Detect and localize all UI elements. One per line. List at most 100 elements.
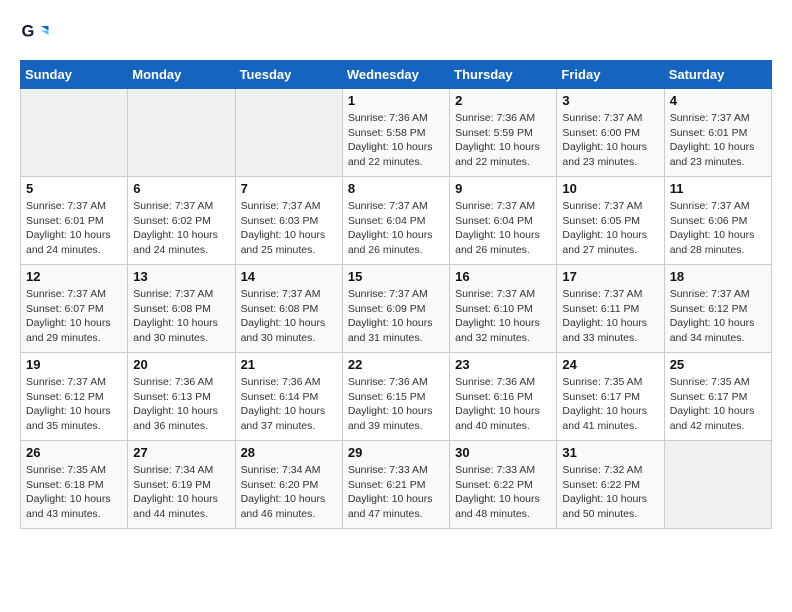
logo-icon: G bbox=[20, 20, 50, 50]
calendar-cell: 15 Sunrise: 7:37 AM Sunset: 6:09 PM Dayli… bbox=[342, 265, 449, 353]
day-number: 2 bbox=[455, 93, 551, 108]
calendar-cell: 20 Sunrise: 7:36 AM Sunset: 6:13 PM Dayli… bbox=[128, 353, 235, 441]
calendar-cell: 17 Sunrise: 7:37 AM Sunset: 6:11 PM Dayli… bbox=[557, 265, 664, 353]
weekday-header-friday: Friday bbox=[557, 61, 664, 89]
day-number: 5 bbox=[26, 181, 122, 196]
day-number: 12 bbox=[26, 269, 122, 284]
day-info: Sunrise: 7:37 AM Sunset: 6:01 PM Dayligh… bbox=[670, 111, 766, 170]
day-number: 30 bbox=[455, 445, 551, 460]
day-info: Sunrise: 7:37 AM Sunset: 6:04 PM Dayligh… bbox=[455, 199, 551, 258]
calendar-cell bbox=[21, 89, 128, 177]
day-info: Sunrise: 7:37 AM Sunset: 6:03 PM Dayligh… bbox=[241, 199, 337, 258]
calendar-cell: 7 Sunrise: 7:37 AM Sunset: 6:03 PM Daylig… bbox=[235, 177, 342, 265]
day-number: 19 bbox=[26, 357, 122, 372]
logo: G bbox=[20, 20, 54, 50]
day-info: Sunrise: 7:36 AM Sunset: 6:16 PM Dayligh… bbox=[455, 375, 551, 434]
day-info: Sunrise: 7:36 AM Sunset: 6:13 PM Dayligh… bbox=[133, 375, 229, 434]
calendar-cell: 12 Sunrise: 7:37 AM Sunset: 6:07 PM Dayli… bbox=[21, 265, 128, 353]
day-info: Sunrise: 7:36 AM Sunset: 5:59 PM Dayligh… bbox=[455, 111, 551, 170]
day-info: Sunrise: 7:35 AM Sunset: 6:17 PM Dayligh… bbox=[670, 375, 766, 434]
day-number: 7 bbox=[241, 181, 337, 196]
day-number: 10 bbox=[562, 181, 658, 196]
week-row-2: 5 Sunrise: 7:37 AM Sunset: 6:01 PM Daylig… bbox=[21, 177, 772, 265]
weekday-header-sunday: Sunday bbox=[21, 61, 128, 89]
calendar-cell: 30 Sunrise: 7:33 AM Sunset: 6:22 PM Dayli… bbox=[450, 441, 557, 529]
calendar-cell: 24Sunrise: 7:35 AM Sunset: 6:17 PM Dayli… bbox=[557, 353, 664, 441]
calendar-cell: 9 Sunrise: 7:37 AM Sunset: 6:04 PM Daylig… bbox=[450, 177, 557, 265]
calendar-cell bbox=[235, 89, 342, 177]
page-header: G bbox=[20, 20, 772, 50]
day-number: 18 bbox=[670, 269, 766, 284]
day-number: 9 bbox=[455, 181, 551, 196]
calendar-cell: 26Sunrise: 7:35 AM Sunset: 6:18 PM Dayli… bbox=[21, 441, 128, 529]
calendar-cell: 11 Sunrise: 7:37 AM Sunset: 6:06 PM Dayli… bbox=[664, 177, 771, 265]
day-info: Sunrise: 7:37 AM Sunset: 6:01 PM Dayligh… bbox=[26, 199, 122, 258]
day-info: Sunrise: 7:37 AM Sunset: 6:11 PM Dayligh… bbox=[562, 287, 658, 346]
day-number: 29 bbox=[348, 445, 444, 460]
weekday-header-tuesday: Tuesday bbox=[235, 61, 342, 89]
day-number: 13 bbox=[133, 269, 229, 284]
day-number: 28 bbox=[241, 445, 337, 460]
day-number: 27 bbox=[133, 445, 229, 460]
day-number: 8 bbox=[348, 181, 444, 196]
calendar-cell: 21Sunrise: 7:36 AM Sunset: 6:14 PM Dayli… bbox=[235, 353, 342, 441]
calendar-cell: 22 Sunrise: 7:36 AM Sunset: 6:15 PM Dayli… bbox=[342, 353, 449, 441]
day-number: 14 bbox=[241, 269, 337, 284]
calendar-cell: 28Sunrise: 7:34 AM Sunset: 6:20 PM Dayli… bbox=[235, 441, 342, 529]
calendar-cell: 25 Sunrise: 7:35 AM Sunset: 6:17 PM Dayli… bbox=[664, 353, 771, 441]
day-info: Sunrise: 7:33 AM Sunset: 6:22 PM Dayligh… bbox=[455, 463, 551, 522]
calendar-cell: 2 Sunrise: 7:36 AM Sunset: 5:59 PM Daylig… bbox=[450, 89, 557, 177]
day-number: 22 bbox=[348, 357, 444, 372]
week-row-5: 26Sunrise: 7:35 AM Sunset: 6:18 PM Dayli… bbox=[21, 441, 772, 529]
calendar-cell: 4 Sunrise: 7:37 AM Sunset: 6:01 PM Daylig… bbox=[664, 89, 771, 177]
calendar-cell bbox=[664, 441, 771, 529]
calendar-cell: 10 Sunrise: 7:37 AM Sunset: 6:05 PM Dayli… bbox=[557, 177, 664, 265]
day-number: 16 bbox=[455, 269, 551, 284]
day-number: 25 bbox=[670, 357, 766, 372]
day-number: 23 bbox=[455, 357, 551, 372]
weekday-header-wednesday: Wednesday bbox=[342, 61, 449, 89]
day-info: Sunrise: 7:32 AM Sunset: 6:22 PM Dayligh… bbox=[562, 463, 658, 522]
calendar-table: SundayMondayTuesdayWednesdayThursdayFrid… bbox=[20, 60, 772, 529]
week-row-4: 19 Sunrise: 7:37 AM Sunset: 6:12 PM Dayli… bbox=[21, 353, 772, 441]
day-info: Sunrise: 7:36 AM Sunset: 5:58 PM Dayligh… bbox=[348, 111, 444, 170]
day-info: Sunrise: 7:37 AM Sunset: 6:12 PM Dayligh… bbox=[26, 375, 122, 434]
day-info: Sunrise: 7:35 AM Sunset: 6:18 PM Dayligh… bbox=[26, 463, 122, 522]
calendar-cell: 8Sunrise: 7:37 AM Sunset: 6:04 PM Daylig… bbox=[342, 177, 449, 265]
day-info: Sunrise: 7:37 AM Sunset: 6:00 PM Dayligh… bbox=[562, 111, 658, 170]
day-number: 4 bbox=[670, 93, 766, 108]
day-info: Sunrise: 7:37 AM Sunset: 6:12 PM Dayligh… bbox=[670, 287, 766, 346]
calendar-cell: 29 Sunrise: 7:33 AM Sunset: 6:21 PM Dayli… bbox=[342, 441, 449, 529]
calendar-cell: 5 Sunrise: 7:37 AM Sunset: 6:01 PM Daylig… bbox=[21, 177, 128, 265]
weekday-header-thursday: Thursday bbox=[450, 61, 557, 89]
week-row-1: 1 Sunrise: 7:36 AM Sunset: 5:58 PM Daylig… bbox=[21, 89, 772, 177]
calendar-cell: 14Sunrise: 7:37 AM Sunset: 6:08 PM Dayli… bbox=[235, 265, 342, 353]
day-info: Sunrise: 7:36 AM Sunset: 6:15 PM Dayligh… bbox=[348, 375, 444, 434]
day-number: 31 bbox=[562, 445, 658, 460]
calendar-cell: 27Sunrise: 7:34 AM Sunset: 6:19 PM Dayli… bbox=[128, 441, 235, 529]
day-info: Sunrise: 7:33 AM Sunset: 6:21 PM Dayligh… bbox=[348, 463, 444, 522]
day-number: 11 bbox=[670, 181, 766, 196]
day-info: Sunrise: 7:37 AM Sunset: 6:06 PM Dayligh… bbox=[670, 199, 766, 258]
day-info: Sunrise: 7:37 AM Sunset: 6:08 PM Dayligh… bbox=[133, 287, 229, 346]
weekday-header-saturday: Saturday bbox=[664, 61, 771, 89]
day-number: 1 bbox=[348, 93, 444, 108]
day-number: 21 bbox=[241, 357, 337, 372]
calendar-cell bbox=[128, 89, 235, 177]
day-info: Sunrise: 7:37 AM Sunset: 6:09 PM Dayligh… bbox=[348, 287, 444, 346]
calendar-cell: 1 Sunrise: 7:36 AM Sunset: 5:58 PM Daylig… bbox=[342, 89, 449, 177]
day-number: 15 bbox=[348, 269, 444, 284]
calendar-cell: 23 Sunrise: 7:36 AM Sunset: 6:16 PM Dayli… bbox=[450, 353, 557, 441]
day-number: 20 bbox=[133, 357, 229, 372]
calendar-cell: 31 Sunrise: 7:32 AM Sunset: 6:22 PM Dayli… bbox=[557, 441, 664, 529]
calendar-cell: 6Sunrise: 7:37 AM Sunset: 6:02 PM Daylig… bbox=[128, 177, 235, 265]
day-number: 6 bbox=[133, 181, 229, 196]
day-number: 3 bbox=[562, 93, 658, 108]
day-info: Sunrise: 7:37 AM Sunset: 6:07 PM Dayligh… bbox=[26, 287, 122, 346]
svg-text:G: G bbox=[22, 23, 35, 41]
day-number: 17 bbox=[562, 269, 658, 284]
day-info: Sunrise: 7:37 AM Sunset: 6:05 PM Dayligh… bbox=[562, 199, 658, 258]
weekday-header-row: SundayMondayTuesdayWednesdayThursdayFrid… bbox=[21, 61, 772, 89]
calendar-cell: 3 Sunrise: 7:37 AM Sunset: 6:00 PM Daylig… bbox=[557, 89, 664, 177]
weekday-header-monday: Monday bbox=[128, 61, 235, 89]
